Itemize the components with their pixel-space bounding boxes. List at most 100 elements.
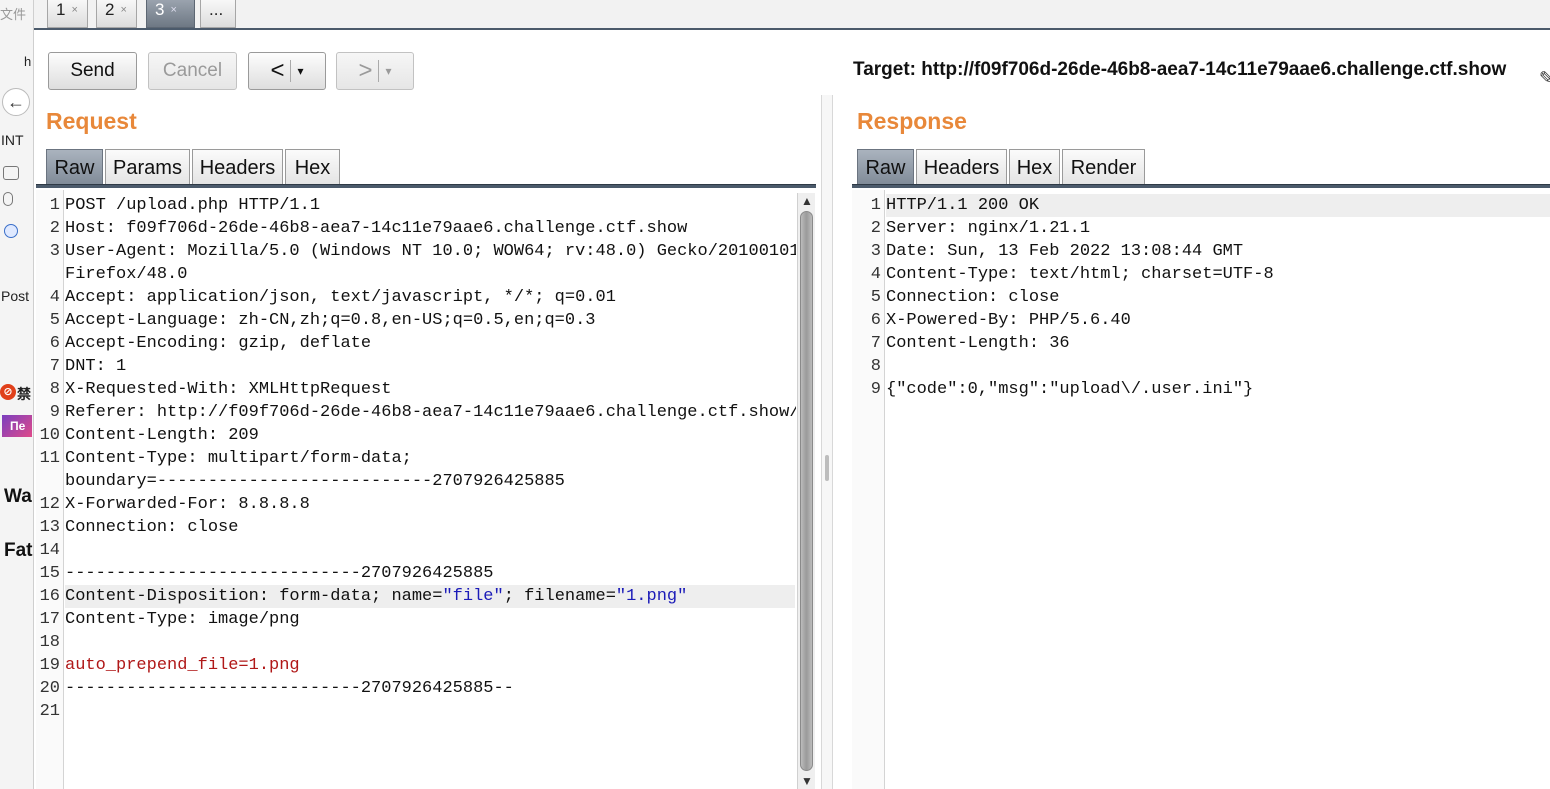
code-line[interactable]: boundary=---------------------------2707… xyxy=(36,470,795,493)
repeater-tab-label: 2 xyxy=(105,0,115,19)
code-line[interactable]: 8 X-Requested-With: XMLHttpRequest xyxy=(36,378,795,401)
radio-bullet-icon xyxy=(4,224,18,238)
line-text: Content-Disposition: form-data; name="fi… xyxy=(65,585,795,608)
response-tab-headers[interactable]: Headers xyxy=(916,149,1007,187)
close-icon[interactable]: × xyxy=(120,4,126,16)
send-button[interactable]: Send xyxy=(48,52,137,90)
code-line[interactable]: 4 Accept: application/json, text/javascri… xyxy=(36,286,795,309)
response-editor[interactable]: 1 HTTP/1.1 200 OK 2 Server: nginx/1.21.1 3 Da… xyxy=(852,190,1550,789)
strip-text-post: Post xyxy=(1,288,30,304)
code-line[interactable]: 4 Content-Type: text/html; charset=UTF-8 xyxy=(852,263,1550,286)
line-number: 9 xyxy=(49,403,60,422)
repeater-tab-label: ... xyxy=(209,0,224,19)
strip-text-int: INT xyxy=(1,132,24,148)
code-line[interactable]: 13 Connection: close xyxy=(36,516,795,539)
code-line[interactable]: 6 Accept-Encoding: gzip, deflate xyxy=(36,332,795,355)
divider-grip-icon[interactable] xyxy=(825,455,829,481)
code-line[interactable]: 10 Content-Length: 209 xyxy=(36,424,795,447)
close-icon[interactable]: × xyxy=(71,4,77,16)
close-icon[interactable]: × xyxy=(170,4,176,16)
response-tab-underline xyxy=(852,184,1550,188)
line-number: 19 xyxy=(39,656,60,675)
code-line[interactable]: 17 Content-Type: image/png xyxy=(36,608,795,631)
person-icon xyxy=(3,192,13,206)
code-line[interactable]: 2 Server: nginx/1.21.1 xyxy=(852,217,1550,240)
request-tab-raw[interactable]: Raw xyxy=(46,149,103,187)
code-line[interactable]: 20 -----------------------------270792642… xyxy=(36,677,795,700)
scroll-thumb[interactable] xyxy=(800,211,813,771)
line-number: 20 xyxy=(39,679,60,698)
code-line[interactable]: 19 auto_prepend_file=1.png xyxy=(36,654,795,677)
line-text: -----------------------------27079264258… xyxy=(65,679,514,698)
back-arrow-icon[interactable]: ← xyxy=(2,88,30,116)
line-text: Firefox/48.0 xyxy=(65,265,188,284)
strip-text-fat: Fat xyxy=(4,540,33,561)
line-text: X-Forwarded-For: 8.8.8.8 xyxy=(65,495,310,514)
cancel-button[interactable]: Cancel xyxy=(148,52,237,90)
line-text: auto_prepend_file=1.png xyxy=(65,656,300,675)
line-text: boundary=---------------------------2707… xyxy=(65,472,565,491)
code-line[interactable]: 5 Connection: close xyxy=(852,286,1550,309)
code-line[interactable]: 1 POST /upload.php HTTP/1.1 xyxy=(36,194,795,217)
line-text: HTTP/1.1 200 OK xyxy=(886,194,1550,217)
request-scrollbar[interactable]: ▲ ▼ xyxy=(797,193,815,789)
code-line[interactable]: 7 Content-Length: 36 xyxy=(852,332,1550,355)
line-text: Content-Type: image/png xyxy=(65,610,300,629)
repeater-tab-2[interactable]: 2 × xyxy=(96,0,137,28)
code-line[interactable]: Firefox/48.0 xyxy=(36,263,795,286)
line-text: POST /upload.php HTTP/1.1 xyxy=(65,196,321,215)
request-title: Request xyxy=(46,108,137,134)
line-number: 10 xyxy=(39,426,60,445)
code-line[interactable]: 7 DNT: 1 xyxy=(36,355,795,378)
code-line[interactable]: 15 -----------------------------270792642… xyxy=(36,562,795,585)
code-line[interactable]: 2 Host: f09f706d-26de-46b8-aea7-14c11e79a… xyxy=(36,217,795,240)
dropdown-arrow-icon[interactable]: ▾ xyxy=(297,64,303,78)
line-text: Referer: http://f09f706d-26de-46b8-aea7-… xyxy=(65,403,796,422)
dropdown-arrow-icon[interactable]: ▾ xyxy=(385,64,391,78)
line-text: Content-Type: multipart/form-data; xyxy=(65,449,412,468)
code-line[interactable]: 9 Referer: http://f09f706d-26de-46b8-aea7… xyxy=(36,401,796,424)
scroll-down-icon[interactable]: ▼ xyxy=(801,774,813,788)
forward-history-button[interactable]: > ▾ xyxy=(336,52,414,90)
line-text: -----------------------------27079264258… xyxy=(65,564,494,583)
line-number: 13 xyxy=(39,518,60,537)
code-line[interactable]: 18 xyxy=(36,631,795,654)
code-line[interactable]: 8 xyxy=(852,355,1550,378)
code-line[interactable]: 6 X-Powered-By: PHP/5.6.40 xyxy=(852,309,1550,332)
code-line[interactable]: 14 xyxy=(36,539,795,562)
code-line[interactable]: 9 {"code":0,"msg":"upload\/.user.ini"} xyxy=(852,378,1550,401)
forward-chevron-icon: > xyxy=(358,57,373,84)
repeater-tab-more[interactable]: ... xyxy=(200,0,236,28)
request-tab-params[interactable]: Params xyxy=(105,149,190,187)
line-number: 11 xyxy=(39,449,60,468)
back-history-button[interactable]: < ▾ xyxy=(248,52,326,90)
response-tab-raw[interactable]: Raw xyxy=(857,149,914,187)
repeater-tab-1[interactable]: 1 × xyxy=(47,0,88,28)
strip-logo: Пе xyxy=(2,415,32,437)
line-text-part: Content-Disposition: form-data; name= xyxy=(65,587,443,606)
edit-target-icon[interactable]: ✎ xyxy=(1539,68,1550,89)
code-line[interactable]: 1 HTTP/1.1 200 OK xyxy=(852,194,1550,217)
scroll-up-icon[interactable]: ▲ xyxy=(801,194,813,208)
request-tab-hex[interactable]: Hex xyxy=(285,149,340,187)
request-editor[interactable]: 1 POST /upload.php HTTP/1.1 2 Host: f09f706… xyxy=(36,190,796,789)
code-line[interactable]: 11 Content-Type: multipart/form-data; xyxy=(36,447,795,470)
repeater-tab-label: 1 xyxy=(56,0,66,19)
code-line[interactable]: 21 xyxy=(36,700,795,723)
line-number: 3 xyxy=(870,242,881,261)
request-tab-headers[interactable]: Headers xyxy=(192,149,283,187)
response-tab-hex[interactable]: Hex xyxy=(1009,149,1060,187)
repeater-tab-bar: 1 × 2 × 3 × ... xyxy=(34,0,1550,30)
line-number: 1 xyxy=(49,196,60,215)
line-number: 1 xyxy=(870,196,881,215)
code-line[interactable]: 5 Accept-Language: zh-CN,zh;q=0.8,en-US;q… xyxy=(36,309,795,332)
response-tab-render[interactable]: Render xyxy=(1062,149,1145,187)
code-line[interactable]: 12 X-Forwarded-For: 8.8.8.8 xyxy=(36,493,795,516)
line-text: {"code":0,"msg":"upload\/.user.ini"} xyxy=(886,380,1254,399)
repeater-tab-3[interactable]: 3 × xyxy=(146,0,195,28)
code-line[interactable]: 16 Content-Disposition: form-data; name="… xyxy=(36,585,795,608)
line-text: Content-Length: 36 xyxy=(886,334,1070,353)
code-line[interactable]: 3 User-Agent: Mozilla/5.0 (Windows NT 10.… xyxy=(36,240,796,263)
split-pane-divider[interactable] xyxy=(821,95,833,789)
code-line[interactable]: 3 Date: Sun, 13 Feb 2022 13:08:44 GMT xyxy=(852,240,1550,263)
